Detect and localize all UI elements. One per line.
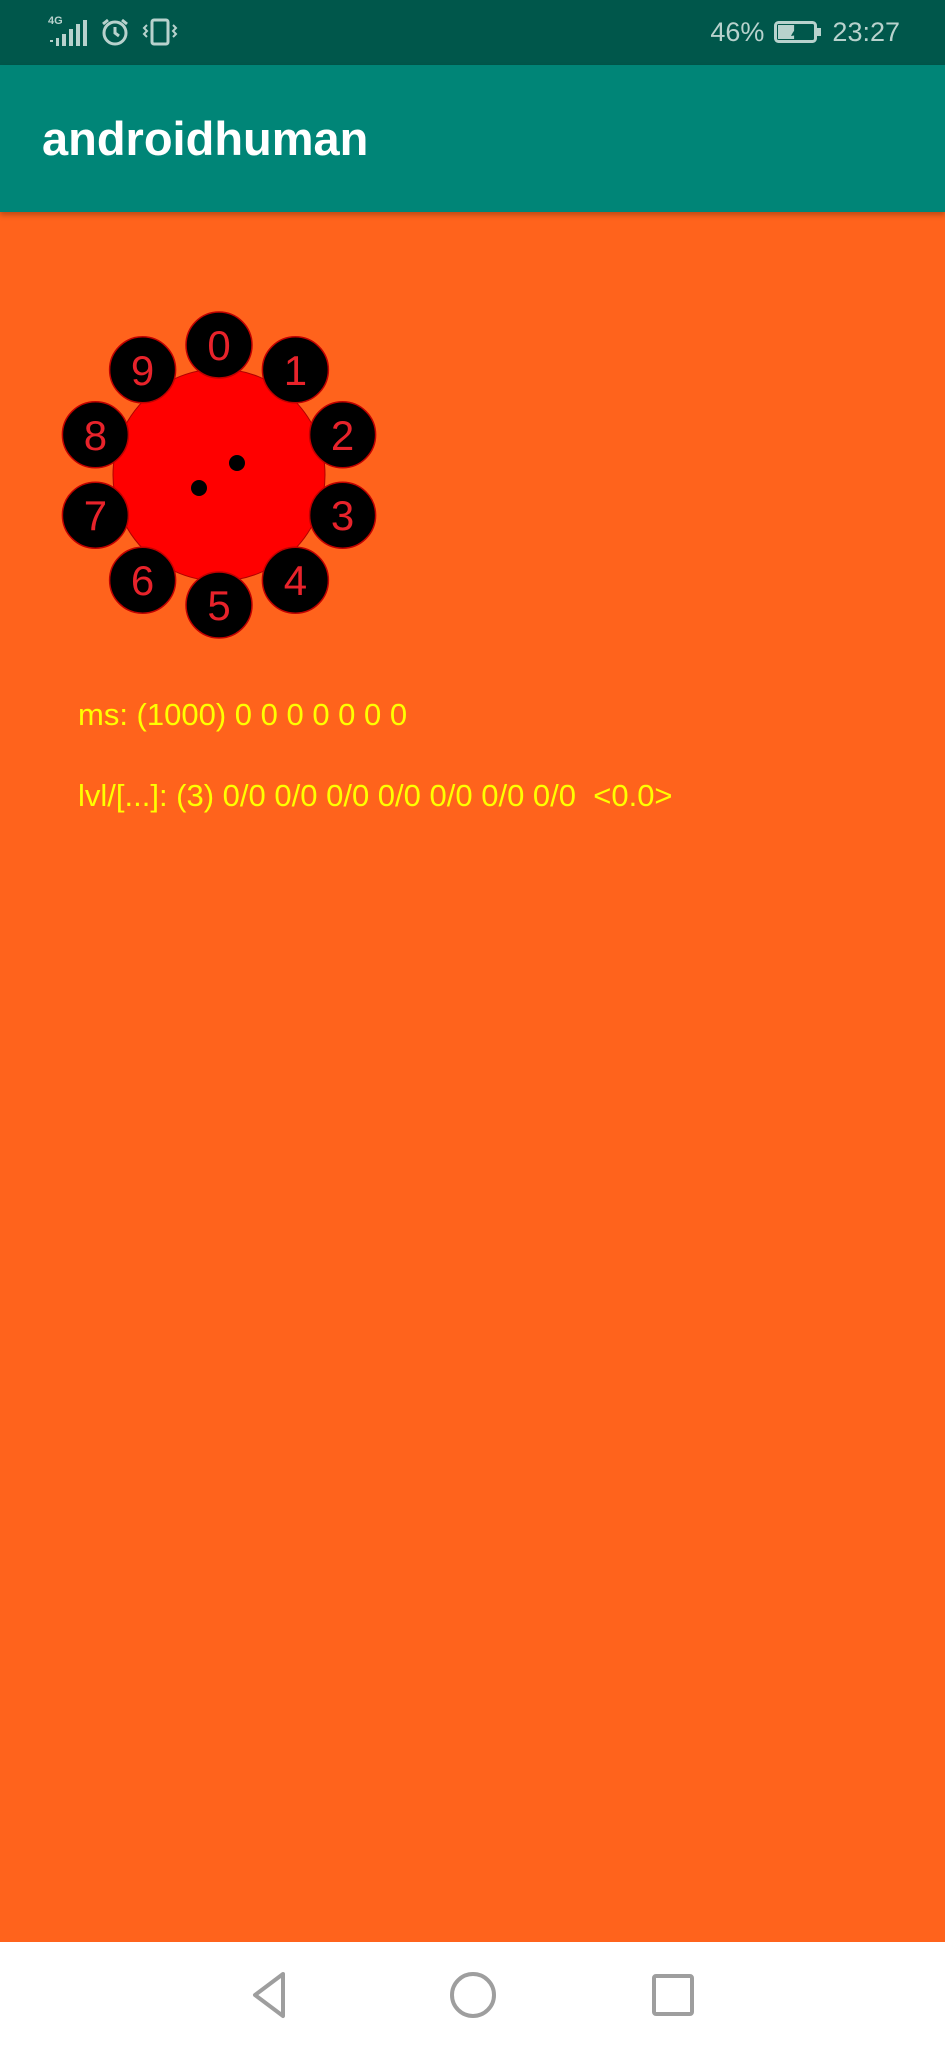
status-bar: 4G 46% 23:27 [0, 0, 945, 65]
dial-digit-button-3[interactable]: 3 [308, 481, 377, 549]
back-button[interactable] [243, 1968, 297, 2022]
rotary-dial[interactable]: 0 12 34 5 67 89 [56, 306, 382, 644]
signal-icon: 4G [48, 16, 90, 48]
status-left-group: 4G [48, 14, 180, 50]
home-button[interactable] [446, 1968, 500, 2022]
recents-button[interactable] [646, 1968, 700, 2022]
app-bar: androidhuman [0, 65, 945, 212]
dial-hand-dot [191, 480, 207, 496]
dial-digit-button-4[interactable]: 4 [261, 546, 330, 614]
clock-time: 23:27 [832, 16, 900, 47]
dial-digit-label: 0 [207, 322, 230, 369]
battery-percent: 46% [710, 16, 765, 47]
app-title: androidhuman [42, 112, 369, 165]
navigation-bar [0, 1942, 945, 2048]
battery-icon [774, 19, 822, 45]
dial-digit-label: 7 [84, 492, 107, 539]
level-stats-text: lvl/[...]: (3) 0/0 0/0 0/0 0/0 0/0 0/0 0… [78, 778, 673, 813]
dial-digit-button-0[interactable]: 0 [185, 311, 253, 379]
status-right-group: 46% 23:27 [710, 14, 900, 50]
dial-digit-button-5[interactable]: 5 [185, 571, 253, 639]
dial-digit-button-1[interactable]: 1 [261, 336, 330, 404]
dial-digit-button-9[interactable]: 9 [108, 336, 177, 404]
dial-digit-label: 2 [331, 412, 354, 459]
dial-hand-dot [229, 455, 245, 471]
dial-digit-label: 3 [331, 492, 354, 539]
dial-digit-label: 6 [131, 557, 154, 604]
home-icon [450, 1972, 496, 2018]
dial-digit-label: 8 [84, 412, 107, 459]
dial-digit-label: 1 [284, 347, 307, 394]
back-icon [253, 1972, 285, 2018]
dial-digit-label: 9 [131, 347, 154, 394]
dial-digit-label: 4 [284, 557, 307, 604]
dial-digit-label: 5 [207, 582, 230, 629]
dial-digit-button-8[interactable]: 8 [61, 401, 130, 469]
ms-stats-text: ms: (1000) 0 0 0 0 0 0 0 [78, 697, 408, 732]
dial-digit-button-6[interactable]: 6 [108, 546, 177, 614]
recents-icon [652, 1974, 694, 2016]
vibrate-icon [140, 17, 180, 47]
dial-digit-button-7[interactable]: 7 [61, 481, 130, 549]
alarm-icon [100, 17, 130, 47]
dial-digit-button-2[interactable]: 2 [308, 401, 377, 469]
battery-fill [778, 25, 795, 39]
